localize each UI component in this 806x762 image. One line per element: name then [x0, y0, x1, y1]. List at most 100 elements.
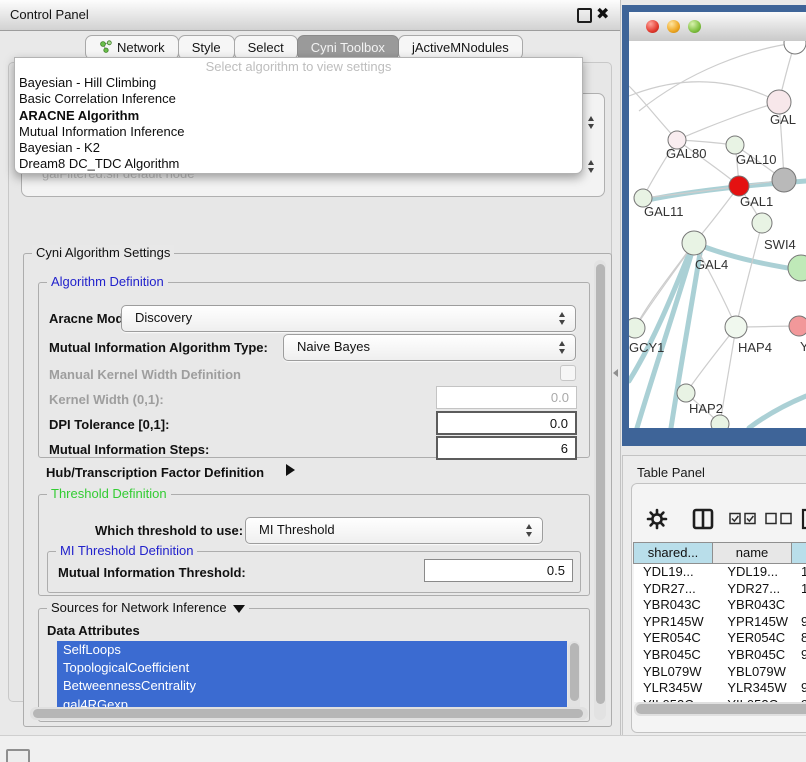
table-row[interactable]: YER054CYER054C8.	[634, 630, 806, 647]
network-node[interactable]	[711, 415, 729, 428]
table-cell: 8.	[795, 630, 806, 647]
minimized-panel-icon[interactable]	[6, 749, 30, 762]
network-node-GAL1[interactable]	[729, 176, 749, 196]
combobox-value: MI Threshold	[259, 522, 335, 537]
panel-resize-handle[interactable]	[613, 369, 618, 377]
column-header-shared-name[interactable]: shared...	[633, 542, 713, 564]
combobox-value: Naive Bayes	[297, 339, 370, 354]
dropdown-item-aracne[interactable]: ARACNE Algorithm	[15, 108, 582, 124]
table-cell: YBR045C	[718, 647, 795, 664]
scrollbar-thumb[interactable]	[636, 704, 806, 714]
network-node-label: Y	[800, 339, 806, 354]
mi-threshold-definition-group: MI Threshold Definition Mutual Informati…	[47, 551, 581, 593]
spinner-arrows-icon	[526, 524, 533, 537]
network-node[interactable]	[788, 255, 806, 281]
dropdown-placeholder: Select algorithm to view settings	[15, 58, 582, 75]
threshold-definition-group: Threshold Definition Which threshold to …	[38, 494, 590, 596]
network-icon	[99, 40, 112, 56]
spinner-arrows-icon[interactable]	[588, 116, 595, 129]
network-node-HAP4[interactable]	[725, 316, 747, 338]
data-attributes-list[interactable]: SelfLoops TopologicalCoefficient Between…	[57, 641, 567, 715]
table-row[interactable]: YLR345WYLR345W9.	[634, 680, 806, 697]
table-cell: 9.	[795, 647, 806, 664]
network-node-label: GAL80	[666, 146, 706, 161]
tab-label: Cyni Toolbox	[311, 40, 385, 55]
column-header-clipped[interactable]	[791, 542, 806, 564]
table-row[interactable]: YDL19...YDL19...13	[634, 564, 806, 581]
float-window-icon[interactable]	[577, 8, 592, 23]
list-item[interactable]: SelfLoops	[57, 641, 567, 659]
dpi-tolerance-field[interactable]: 0.0	[436, 411, 577, 435]
table-hscrollbar[interactable]	[634, 702, 806, 716]
manual-kernel-width-checkbox[interactable]	[560, 365, 576, 381]
algorithm-definition-group: Algorithm Definition Aracne Mode: Discov…	[38, 282, 590, 458]
kernel-width-field[interactable]: 0.0	[436, 386, 577, 409]
mi-threshold-field[interactable]: 0.5	[424, 559, 573, 582]
unchecked-columns-icon[interactable]	[765, 512, 793, 528]
gear-icon[interactable]	[646, 508, 668, 533]
settings-hscrollbar[interactable]	[30, 707, 588, 720]
network-node-GCY1[interactable]	[629, 318, 645, 338]
mi-algorithm-type-combobox[interactable]: Naive Bayes	[283, 334, 576, 361]
scrollbar-thumb[interactable]	[33, 709, 583, 718]
spinner-arrows-icon[interactable]	[588, 160, 595, 173]
network-node-Y[interactable]	[789, 316, 806, 336]
table-panel: Table Panel	[622, 455, 806, 762]
hub-expander-label[interactable]: Hub/Transcription Factor Definition	[46, 465, 264, 480]
minimize-traffic-light-icon[interactable]	[667, 20, 680, 33]
zoom-traffic-light-icon[interactable]	[688, 20, 701, 33]
scrollbar-thumb[interactable]	[596, 264, 605, 704]
sources-title: Sources for Network Inference	[51, 600, 227, 615]
network-node-HAP2[interactable]	[677, 384, 695, 402]
network-node-SWI4[interactable]	[752, 213, 772, 233]
control-panel-titlebar: Control Panel ✖	[0, 0, 620, 31]
desktop: Control Panel ✖ Network Style	[0, 0, 806, 762]
aracne-mode-combobox[interactable]: Discovery	[121, 305, 576, 332]
table-row[interactable]: YPR145WYPR145W9.	[634, 614, 806, 631]
mi-steps-field[interactable]: 6	[436, 436, 577, 460]
tab-label: jActiveMNodules	[412, 40, 509, 55]
network-window-titlebar[interactable]	[629, 12, 806, 42]
network-canvas[interactable]: GALGAL80GAL10GAL1GAL11SWI4GAL4GCY1HAP4YH…	[629, 41, 806, 428]
expander-right-icon[interactable]	[286, 464, 295, 476]
table-row[interactable]: YBR045CYBR045C9.	[634, 647, 806, 664]
settings-scrollbar[interactable]	[594, 260, 606, 720]
which-threshold-combobox[interactable]: MI Threshold	[245, 517, 543, 544]
document-icon[interactable]	[801, 508, 806, 533]
network-node[interactable]	[772, 168, 796, 192]
dropdown-item[interactable]: Mutual Information Inference	[15, 124, 582, 140]
list-item[interactable]: TopologicalCoefficient	[57, 659, 567, 677]
list-item[interactable]: BetweennessCentrality	[57, 677, 567, 695]
list-scrollbar[interactable]	[568, 641, 580, 715]
scrollbar-thumb[interactable]	[570, 643, 579, 701]
dropdown-item[interactable]: Bayesian - Hill Climbing	[15, 75, 582, 91]
table-row[interactable]: YDR27...YDR27...12	[634, 581, 806, 598]
column-header-name[interactable]: name	[712, 542, 792, 564]
table-cell: YDL19...	[718, 564, 795, 581]
network-node-GAL[interactable]	[767, 90, 791, 114]
dropdown-item[interactable]: Basic Correlation Inference	[15, 91, 582, 107]
tab-label: Select	[248, 40, 284, 55]
network-view-window: GALGAL80GAL10GAL1GAL11SWI4GAL4GCY1HAP4YH…	[622, 5, 806, 446]
close-icon[interactable]: ✖	[596, 4, 609, 24]
combobox-value: Discovery	[135, 310, 192, 325]
close-traffic-light-icon[interactable]	[646, 20, 659, 33]
network-node[interactable]	[784, 41, 806, 54]
network-node-GAL4[interactable]	[682, 231, 706, 255]
dropdown-item[interactable]: Bayesian - K2	[15, 140, 582, 156]
network-node-label: GAL10	[736, 152, 776, 167]
network-node-label: GAL1	[740, 194, 773, 209]
network-node-label: SWI4	[764, 237, 796, 252]
group-title[interactable]: Sources for Network Inference	[47, 600, 249, 615]
checked-columns-icon[interactable]	[729, 512, 757, 528]
split-columns-icon[interactable]	[692, 508, 714, 533]
table-row[interactable]: YBL079WYBL079W	[634, 664, 806, 681]
table-panel-title: Table Panel	[637, 465, 705, 480]
table-cell: YBR043C	[718, 597, 795, 614]
table-rows: YDL19...YDL19...13YDR27...YDR27...12YBR0…	[634, 564, 806, 702]
table-row[interactable]: YBR043CYBR043C	[634, 597, 806, 614]
group-title: Cyni Algorithm Settings	[32, 245, 174, 260]
sources-group: Sources for Network Inference Data Attri…	[38, 608, 590, 722]
expander-down-icon	[233, 605, 245, 613]
dropdown-item[interactable]: Dream8 DC_TDC Algorithm	[15, 156, 582, 172]
